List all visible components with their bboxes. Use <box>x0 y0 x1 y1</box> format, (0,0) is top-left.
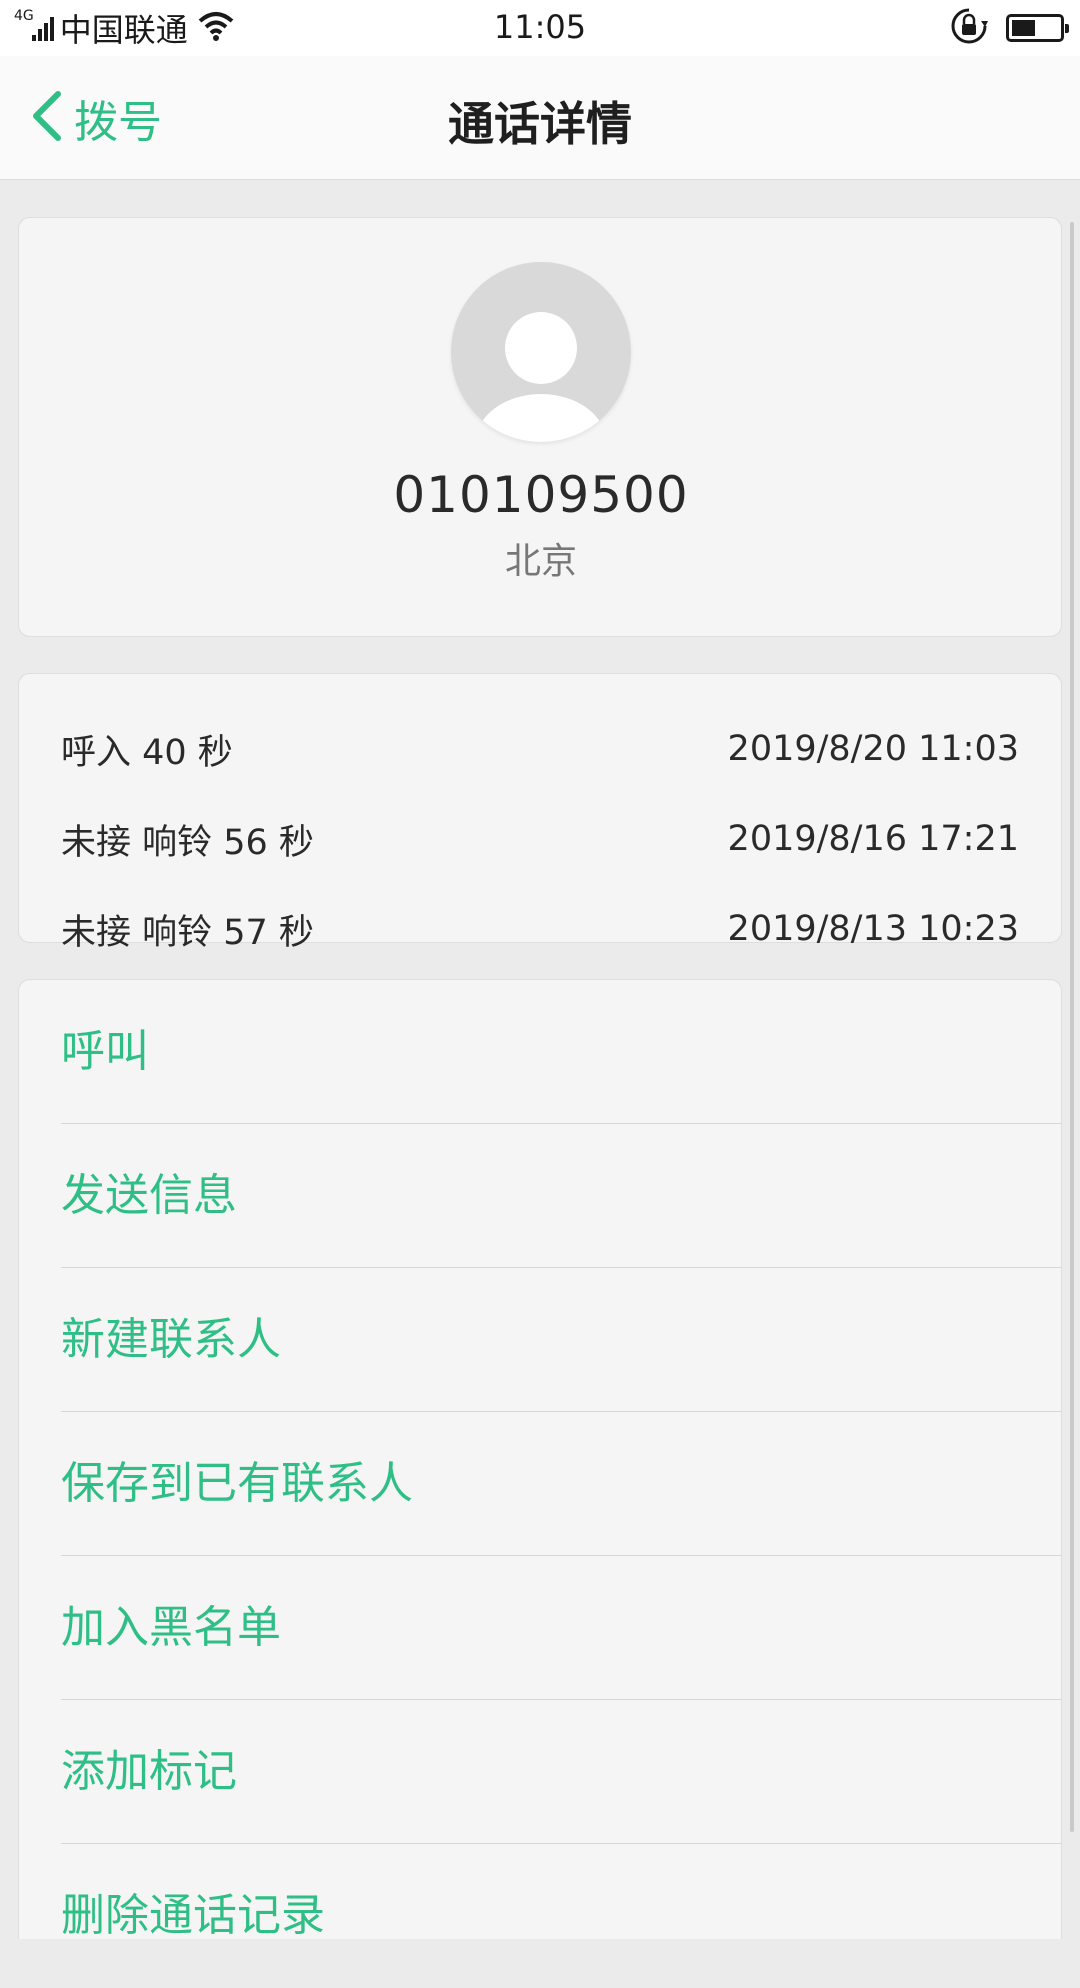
call-log-row: 呼入 40 秒 2019/8/20 11:03 <box>61 719 1019 779</box>
page-title: 通话详情 <box>448 97 632 151</box>
call-log-row: 未接 响铃 56 秒 2019/8/16 17:21 <box>61 809 1019 869</box>
call-log-row: 未接 响铃 57 秒 2019/8/13 10:23 <box>61 899 1019 959</box>
action-label: 加入黑名单 <box>61 1602 281 1653</box>
call-datetime: 2019/8/16 17:21 <box>727 819 1019 859</box>
phone-number: 010109500 <box>393 466 689 524</box>
action-label: 呼叫 <box>61 1026 149 1077</box>
action-label: 新建联系人 <box>61 1314 281 1365</box>
action-label: 发送信息 <box>61 1170 237 1221</box>
battery-icon <box>1006 14 1069 42</box>
delete-call-log-action[interactable]: 删除通话记录 <box>61 1844 1061 1988</box>
rotation-lock-icon <box>950 7 988 49</box>
new-contact-action[interactable]: 新建联系人 <box>61 1268 1061 1412</box>
add-to-blacklist-action[interactable]: 加入黑名单 <box>61 1556 1061 1700</box>
add-tag-action[interactable]: 添加标记 <box>61 1700 1061 1844</box>
action-label: 删除通话记录 <box>61 1890 325 1941</box>
number-location: 北京 <box>504 541 577 582</box>
status-clock: 11:05 <box>493 8 587 46</box>
battery-level-fill <box>1012 20 1035 36</box>
call-description: 未接 响铃 57 秒 <box>61 912 314 953</box>
avatar-body <box>475 394 607 442</box>
default-avatar-icon[interactable] <box>451 262 631 442</box>
actions-card: 呼叫 发送信息 新建联系人 保存到已有联系人 加入黑名单 添加标记 删除通话记录 <box>18 979 1062 1941</box>
action-label: 添加标记 <box>61 1746 237 1797</box>
call-datetime: 2019/8/13 10:23 <box>727 909 1019 949</box>
app-bar: 拨号 通话详情 <box>0 56 1080 180</box>
call-description: 未接 响铃 56 秒 <box>61 822 314 863</box>
save-to-existing-contact-action[interactable]: 保存到已有联系人 <box>61 1412 1061 1556</box>
call-action[interactable]: 呼叫 <box>61 980 1061 1124</box>
action-label: 保存到已有联系人 <box>61 1458 413 1509</box>
status-right <box>950 7 1069 49</box>
scrollbar[interactable] <box>1070 222 1074 1832</box>
contact-card: 010109500 北京 <box>18 217 1062 637</box>
call-datetime: 2019/8/20 11:03 <box>727 729 1019 769</box>
call-description: 呼入 40 秒 <box>61 732 233 773</box>
avatar-head <box>505 312 577 384</box>
call-log-card: 呼入 40 秒 2019/8/20 11:03 未接 响铃 56 秒 2019/… <box>18 673 1062 953</box>
send-message-action[interactable]: 发送信息 <box>61 1124 1061 1268</box>
status-bar: 4G 中国联通 11:05 <box>0 0 1080 56</box>
